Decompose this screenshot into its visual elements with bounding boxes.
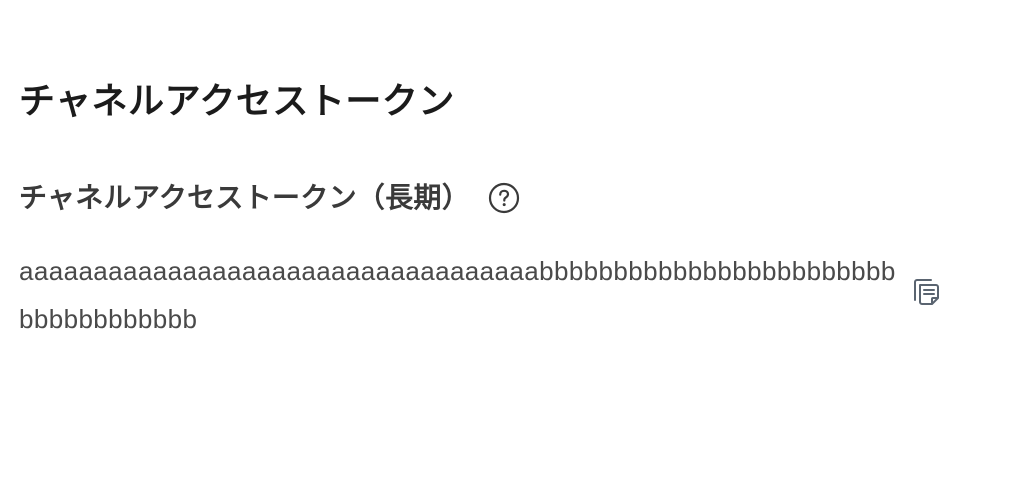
copy-button[interactable] [907, 272, 947, 312]
token-value: aaaaaaaaaaaaaaaaaaaaaaaaaaaaaaaaaaabbbbb… [19, 256, 896, 334]
copy-icon [911, 276, 943, 308]
field-label-row: チャネルアクセストークン（長期） [19, 178, 520, 218]
section-title: チャネルアクセストークン [19, 81, 455, 122]
channel-access-token-section: チャネルアクセストークン チャネルアクセストークン（長期） aaaaaaaaaa… [19, 0, 999, 486]
field-label: チャネルアクセストークン（長期） [19, 181, 471, 214]
help-circle-icon[interactable] [488, 182, 520, 214]
